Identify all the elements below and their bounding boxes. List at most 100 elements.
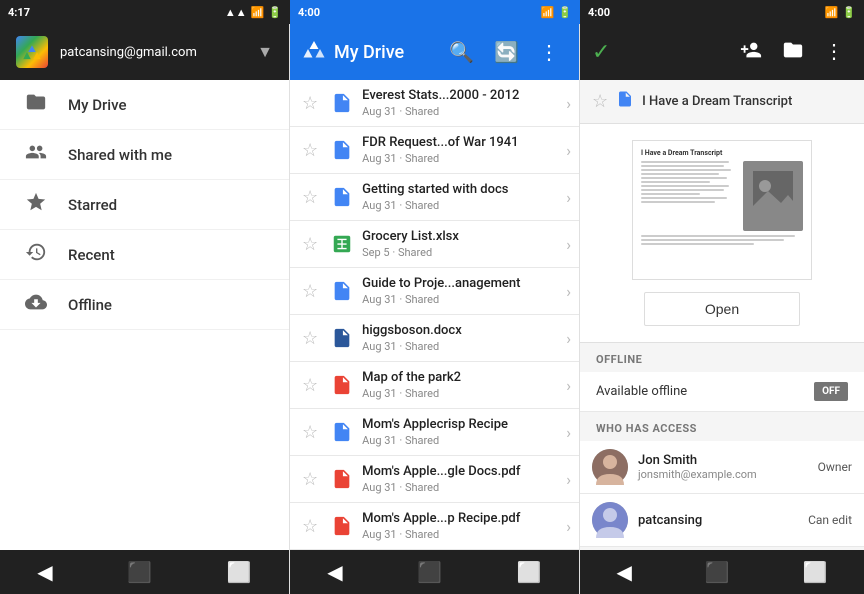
file-info-7: Map of the park2 Aug 31 · Shared xyxy=(362,370,560,400)
status-icons-mid: 📶 🔋 xyxy=(541,6,572,19)
detail-file-type-icon xyxy=(616,90,634,113)
list-item[interactable]: ☆ higgsboson.docx Aug 31 · Shared › xyxy=(290,315,579,362)
time-mid: 4:00 xyxy=(298,6,320,19)
more-options-icon[interactable]: ⋮ xyxy=(816,33,852,72)
sidebar-item-offline[interactable]: Offline xyxy=(0,280,289,330)
time-right: 4:00 xyxy=(588,6,610,19)
back-button-mid[interactable]: ◀ xyxy=(307,552,362,592)
file-meta-4: Sep 5 · Shared xyxy=(362,246,560,259)
star-icon-1[interactable]: ☆ xyxy=(298,89,322,118)
home-button-right[interactable]: ⬛ xyxy=(685,552,750,592)
file-meta-8: Aug 31 · Shared xyxy=(362,434,560,447)
sidebar-item-starred-label: Starred xyxy=(68,196,117,214)
access-row-1: Jon Smith jonsmith@example.com Owner xyxy=(580,441,864,494)
mid-panel-title: My Drive xyxy=(334,42,433,63)
star-icon-3[interactable]: ☆ xyxy=(298,183,322,212)
file-type-icon-4 xyxy=(328,230,356,258)
available-offline-row[interactable]: Available offline OFF xyxy=(580,372,864,412)
file-list: ☆ Everest Stats...2000 - 2012 Aug 31 · S… xyxy=(290,80,579,550)
search-button[interactable]: 🔍 xyxy=(441,34,482,70)
access-role-1: Owner xyxy=(818,460,852,474)
sidebar-item-my-drive[interactable]: My Drive xyxy=(0,80,289,130)
file-name-2: FDR Request...of War 1941 xyxy=(362,135,560,150)
list-item[interactable]: ☆ FDR Request...of War 1941 Aug 31 · Sha… xyxy=(290,127,579,174)
recents-button-right[interactable]: ⬜ xyxy=(783,552,848,592)
file-meta-7: Aug 31 · Shared xyxy=(362,387,560,400)
file-meta-10: Aug 31 · Shared xyxy=(362,528,560,541)
home-button-left[interactable]: ⬛ xyxy=(107,552,172,592)
mid-header-actions: 🔍 🔄 ⋮ xyxy=(441,34,567,70)
file-type-icon-3 xyxy=(328,183,356,211)
file-info-3: Getting started with docs Aug 31 · Share… xyxy=(362,182,560,212)
status-icons-right: 📶 🔋 xyxy=(825,6,856,19)
list-item[interactable]: ☆ Everest Stats...2000 - 2012 Aug 31 · S… xyxy=(290,80,579,127)
file-name-10: Mom's Apple...p Recipe.pdf xyxy=(362,511,560,526)
star-icon-4[interactable]: ☆ xyxy=(298,230,322,259)
recents-button-left[interactable]: ⬜ xyxy=(207,552,272,592)
open-button[interactable]: Open xyxy=(644,292,800,326)
recents-button-mid[interactable]: ⬜ xyxy=(497,552,562,592)
folder-icon[interactable] xyxy=(774,33,812,72)
right-header-actions: ⋮ xyxy=(732,33,852,72)
sidebar-item-shared-with-me[interactable]: Shared with me xyxy=(0,130,289,180)
doc-preview-image: I Have a Dream Transcript xyxy=(632,140,812,280)
offline-toggle[interactable]: OFF xyxy=(814,382,848,401)
mid-header: My Drive 🔍 🔄 ⋮ xyxy=(290,24,579,80)
list-item[interactable]: ☆ Map of the park2 Aug 31 · Shared › xyxy=(290,362,579,409)
detail-star-icon[interactable]: ☆ xyxy=(592,91,608,112)
file-type-icon-7 xyxy=(328,371,356,399)
status-bar-right: 4:00 📶 🔋 xyxy=(580,0,864,24)
doc-preview-title: I Have a Dream Transcript xyxy=(641,149,803,157)
file-detail-panel: ☆ I Have a Dream Transcript I Have a Dre… xyxy=(580,80,864,550)
checkmark-icon: ✓ xyxy=(592,40,610,65)
available-offline-label: Available offline xyxy=(596,384,806,399)
file-arrow-10: › xyxy=(566,517,571,536)
file-name-7: Map of the park2 xyxy=(362,370,560,385)
list-item[interactable]: ☆ Guide to Proje...anagement Aug 31 · Sh… xyxy=(290,268,579,315)
file-name-9: Mom's Apple...gle Docs.pdf xyxy=(362,464,560,479)
recent-icon xyxy=(24,241,48,268)
sidebar-item-my-drive-label: My Drive xyxy=(68,96,127,114)
back-button-right[interactable]: ◀ xyxy=(596,552,651,592)
file-arrow-4: › xyxy=(566,235,571,254)
list-item[interactable]: ☆ Mom's Applecrisp Recipe Aug 31 · Share… xyxy=(290,409,579,456)
dropdown-arrow-icon[interactable]: ▼ xyxy=(257,42,273,62)
list-item[interactable]: ☆ Mom's Apple...gle Docs.pdf Aug 31 · Sh… xyxy=(290,456,579,503)
sidebar-item-starred[interactable]: Starred xyxy=(0,180,289,230)
star-icon-8[interactable]: ☆ xyxy=(298,418,322,447)
list-item[interactable]: ☆ Getting started with docs Aug 31 · Sha… xyxy=(290,174,579,221)
file-name-4: Grocery List.xlsx xyxy=(362,229,560,244)
offline-icon xyxy=(24,291,48,318)
star-icon-6[interactable]: ☆ xyxy=(298,324,322,353)
access-name-1: Jon Smith xyxy=(638,453,808,468)
right-panel: ✓ ⋮ ☆ I Have a Dream Transcript xyxy=(580,24,864,594)
back-button-left[interactable]: ◀ xyxy=(17,552,72,592)
star-icon-9[interactable]: ☆ xyxy=(298,465,322,494)
file-name-8: Mom's Applecrisp Recipe xyxy=(362,417,560,432)
file-type-icon-6 xyxy=(328,324,356,352)
file-meta-3: Aug 31 · Shared xyxy=(362,199,560,212)
user-email: patcansing@gmail.com xyxy=(60,45,245,60)
sidebar-item-recent-label: Recent xyxy=(68,246,115,264)
file-preview: I Have a Dream Transcript xyxy=(580,124,864,343)
list-item[interactable]: ☆ Mom's Apple...p Recipe.pdf Aug 31 · Sh… xyxy=(290,503,579,550)
mid-panel: My Drive 🔍 🔄 ⋮ ☆ Everest Stats...2000 - … xyxy=(290,24,580,594)
detail-file-title: I Have a Dream Transcript xyxy=(642,94,852,109)
status-icons-left: ▲▲ 📶 🔋 xyxy=(225,6,282,19)
file-arrow-8: › xyxy=(566,423,571,442)
sidebar-item-recent[interactable]: Recent xyxy=(0,230,289,280)
shared-icon xyxy=(24,141,48,168)
more-button[interactable]: ⋮ xyxy=(531,34,567,70)
list-item[interactable]: ☆ Grocery List.xlsx Sep 5 · Shared › xyxy=(290,221,579,268)
sync-button[interactable]: 🔄 xyxy=(486,34,527,70)
star-icon-7[interactable]: ☆ xyxy=(298,371,322,400)
access-role-2: Can edit xyxy=(808,513,852,527)
star-icon-2[interactable]: ☆ xyxy=(298,136,322,165)
file-info-10: Mom's Apple...p Recipe.pdf Aug 31 · Shar… xyxy=(362,511,560,541)
star-icon-10[interactable]: ☆ xyxy=(298,512,322,541)
home-button-mid[interactable]: ⬛ xyxy=(397,552,462,592)
left-bottom-nav: ◀ ⬛ ⬜ xyxy=(0,550,289,594)
star-icon-5[interactable]: ☆ xyxy=(298,277,322,306)
add-person-icon[interactable] xyxy=(732,33,770,72)
drive-header-icon xyxy=(302,37,326,67)
